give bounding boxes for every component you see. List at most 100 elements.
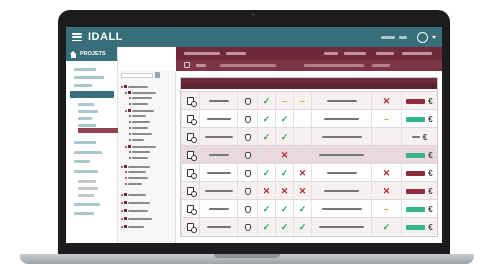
filter-select[interactable]	[372, 64, 390, 67]
amount-bar	[411, 136, 420, 138]
toolbar-label[interactable]	[226, 52, 246, 55]
sidebar-item-active[interactable]	[70, 91, 114, 98]
sidebar-subitem[interactable]	[78, 110, 98, 113]
table-cell: ✓	[257, 164, 275, 182]
sidebar-tab-projets[interactable]: PROJETS	[66, 47, 117, 61]
table-row[interactable]: ✓ ✓ ✕ ✕ €	[181, 163, 437, 182]
hand-icon[interactable]	[244, 133, 251, 141]
hand-icon[interactable]	[244, 187, 251, 195]
table-cell: €	[401, 200, 437, 218]
amount-bar	[406, 170, 426, 176]
top-bar-link[interactable]	[399, 35, 407, 39]
check-icon: ✓	[298, 221, 307, 232]
toolbar-label[interactable]	[324, 52, 338, 55]
sidebar-subitem[interactable]	[78, 194, 94, 197]
sidebar-subitem[interactable]	[78, 117, 92, 120]
sidebar-item[interactable]	[74, 160, 90, 163]
toolbar-label[interactable]	[184, 52, 220, 55]
org-icon[interactable]	[184, 62, 190, 68]
tree-node[interactable]	[129, 121, 150, 123]
tree-node[interactable]	[129, 151, 150, 153]
tree-search-input[interactable]	[121, 73, 153, 78]
table-row[interactable]: ✓ ✓ – €	[181, 109, 437, 128]
user-circle-icon[interactable]	[417, 31, 428, 43]
sidebar-item[interactable]	[74, 141, 96, 144]
sidebar-item[interactable]	[74, 68, 96, 71]
sidebar-item[interactable]	[74, 84, 92, 87]
hand-icon[interactable]	[244, 97, 251, 105]
tree-node[interactable]	[129, 115, 146, 117]
document-search-icon[interactable]	[187, 151, 197, 161]
euro-icon[interactable]: €	[423, 133, 427, 142]
toolbar-label[interactable]	[402, 52, 432, 55]
row-description	[321, 136, 362, 138]
tree-node[interactable]	[125, 177, 148, 179]
hand-icon[interactable]	[244, 223, 251, 231]
table-row[interactable]: ✕ ✕ ✕ ✕ €	[181, 181, 437, 200]
euro-icon[interactable]: €	[428, 205, 432, 214]
sidebar-subitem[interactable]	[78, 124, 96, 127]
document-search-icon[interactable]	[187, 205, 197, 215]
document-search-icon[interactable]	[187, 133, 197, 143]
document-search-icon[interactable]	[187, 169, 197, 179]
table-cell: ✕	[275, 146, 293, 164]
check-icon: ✓	[280, 203, 289, 214]
tree-node[interactable]	[121, 193, 146, 196]
table-row[interactable]: ✕ €	[181, 145, 437, 164]
sidebar-subitem[interactable]	[78, 180, 96, 183]
hand-icon[interactable]	[244, 115, 251, 123]
toolbar-label[interactable]	[344, 52, 366, 55]
sidebar-item[interactable]	[74, 170, 98, 173]
euro-icon[interactable]: €	[428, 169, 432, 178]
chevron-down-icon[interactable]	[432, 35, 436, 39]
sidebar-item[interactable]	[74, 203, 100, 206]
tree-node[interactable]	[121, 201, 150, 204]
table-row[interactable]: ✓ ✓ ✓ – €	[181, 199, 437, 218]
tree-node[interactable]	[121, 85, 148, 88]
tree-node[interactable]	[125, 171, 146, 173]
document-search-icon[interactable]	[187, 187, 197, 197]
sidebar-item[interactable]	[74, 76, 104, 79]
euro-icon[interactable]: €	[428, 223, 432, 232]
tree-node[interactable]	[129, 97, 152, 99]
euro-icon[interactable]: €	[428, 115, 432, 124]
tree-node[interactable]	[129, 139, 144, 141]
hamburger-icon[interactable]	[72, 33, 82, 41]
tree-node[interactable]	[125, 145, 156, 148]
tree-node[interactable]	[121, 217, 152, 220]
tree-node[interactable]	[121, 209, 148, 212]
toolbar-label[interactable]	[376, 52, 394, 55]
tree-node[interactable]	[129, 127, 148, 129]
filter-select[interactable]	[304, 64, 364, 67]
tree-node[interactable]	[125, 109, 154, 112]
tree-node[interactable]	[129, 157, 148, 159]
sidebar-subitem-active[interactable]	[78, 128, 118, 133]
document-search-icon[interactable]	[187, 115, 197, 125]
sidebar-subitem[interactable]	[78, 103, 94, 106]
tree-node[interactable]	[125, 183, 142, 185]
euro-icon[interactable]: €	[428, 187, 432, 196]
tree-node[interactable]	[121, 225, 144, 228]
tree-node[interactable]	[121, 165, 150, 168]
search-icon[interactable]	[155, 72, 160, 78]
document-search-icon[interactable]	[187, 223, 197, 233]
table-row[interactable]: ✓ – – ✕ €	[181, 91, 437, 110]
top-bar-link[interactable]	[381, 35, 395, 39]
table-row[interactable]: ✓ ✓ €	[181, 127, 437, 146]
hand-icon[interactable]	[244, 151, 251, 159]
euro-icon[interactable]: €	[428, 97, 432, 106]
table-row[interactable]: ✓ ✓ ✓ ✓ €	[181, 217, 437, 236]
tree-header	[118, 47, 176, 71]
table-cell: ✕	[371, 164, 401, 182]
sidebar-item[interactable]	[74, 212, 94, 215]
tree-node[interactable]	[129, 133, 152, 135]
document-search-icon[interactable]	[187, 97, 197, 107]
sidebar-subitem[interactable]	[78, 187, 98, 190]
tree-node[interactable]	[125, 91, 156, 94]
filter-select[interactable]	[220, 64, 276, 67]
hand-icon[interactable]	[244, 169, 251, 177]
euro-icon[interactable]: €	[428, 151, 432, 160]
hand-icon[interactable]	[244, 205, 251, 213]
tree-node[interactable]	[129, 103, 148, 105]
sidebar-item[interactable]	[74, 151, 102, 154]
